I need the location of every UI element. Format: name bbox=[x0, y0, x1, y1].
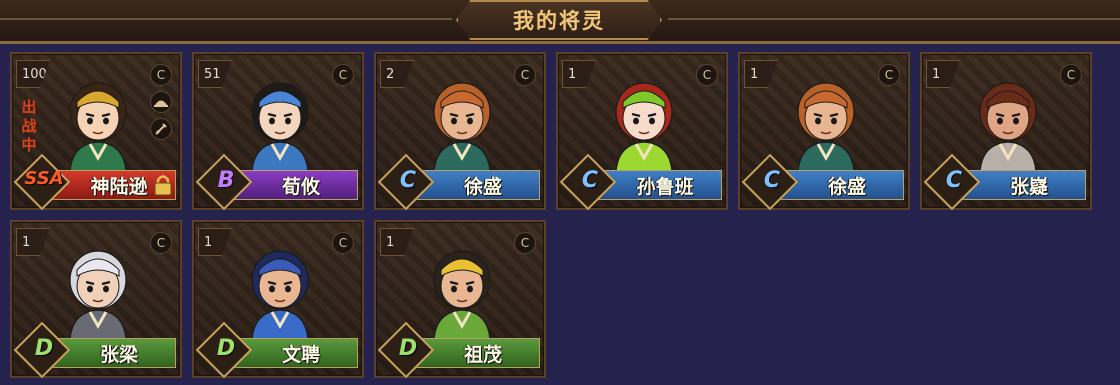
character-name: 张嶷 bbox=[1009, 175, 1048, 198]
currency-icon[interactable]: C bbox=[150, 64, 172, 86]
avatar bbox=[594, 62, 694, 173]
avatar bbox=[412, 62, 512, 173]
character-name: 神陆逊 bbox=[90, 175, 148, 198]
avatar bbox=[48, 230, 148, 341]
spirit-card[interactable]: 2 C 徐盛 C bbox=[374, 52, 546, 211]
level-badge: 1 bbox=[744, 60, 778, 88]
currency-icon[interactable]: C bbox=[150, 232, 172, 254]
character-avatar bbox=[251, 250, 309, 341]
rank-letter: C bbox=[945, 168, 963, 193]
lock-icon[interactable] bbox=[153, 174, 173, 196]
spirit-card[interactable]: 1 C 徐盛 C bbox=[738, 52, 910, 211]
currency-icon[interactable]: C bbox=[332, 232, 354, 254]
level-badge: 1 bbox=[16, 228, 50, 256]
spirit-card[interactable]: 51 C 荀攸 B bbox=[192, 52, 364, 211]
rank-letter: B bbox=[217, 168, 235, 193]
spirit-card[interactable]: 1 C 张嶷 C bbox=[920, 52, 1092, 211]
avatar bbox=[412, 230, 512, 341]
level-badge: 51 bbox=[198, 60, 232, 88]
character-avatar bbox=[797, 82, 855, 173]
character-name: 文聘 bbox=[281, 343, 320, 366]
deployed-status: 出战中 bbox=[21, 98, 37, 154]
header-divider-left bbox=[0, 18, 452, 20]
sword-icon[interactable] bbox=[150, 118, 172, 140]
character-avatar bbox=[69, 82, 127, 173]
page-title: 我的将灵 bbox=[513, 9, 605, 33]
rank-letter: C bbox=[581, 168, 599, 193]
character-avatar bbox=[251, 82, 309, 173]
spirit-card[interactable]: 100 C 出战中 神陆逊 SSA bbox=[10, 52, 182, 211]
avatar bbox=[48, 62, 148, 173]
currency-icon[interactable]: C bbox=[878, 64, 900, 86]
character-avatar bbox=[433, 82, 491, 173]
rank-letter: D bbox=[398, 336, 418, 361]
character-name: 徐盛 bbox=[463, 175, 502, 198]
level-badge: 1 bbox=[198, 228, 232, 256]
character-name: 孙鲁班 bbox=[636, 175, 694, 198]
character-name: 张梁 bbox=[99, 343, 138, 366]
hat-icon[interactable] bbox=[150, 91, 172, 113]
avatar bbox=[776, 62, 876, 173]
level-badge: 1 bbox=[562, 60, 596, 88]
rank-letter: D bbox=[34, 336, 54, 361]
currency-icon[interactable]: C bbox=[514, 232, 536, 254]
currency-icon[interactable]: C bbox=[514, 64, 536, 86]
avatar bbox=[958, 62, 1058, 173]
spirit-card[interactable]: 1 C 张梁 D bbox=[10, 220, 182, 379]
header-divider-right bbox=[668, 18, 1120, 20]
currency-icon[interactable]: C bbox=[1060, 64, 1082, 86]
title-plate: 我的将灵 bbox=[456, 0, 662, 40]
character-name: 荀攸 bbox=[281, 175, 320, 198]
level-badge: 1 bbox=[926, 60, 960, 88]
rank-letter: C bbox=[763, 168, 781, 193]
rank-letter: SSA bbox=[24, 168, 64, 189]
currency-icon[interactable]: C bbox=[332, 64, 354, 86]
rank-letter: C bbox=[399, 168, 417, 193]
avatar bbox=[230, 230, 330, 341]
spirit-card[interactable]: 1 C 文聘 D bbox=[192, 220, 364, 379]
character-name: 祖茂 bbox=[463, 343, 502, 366]
character-name: 徐盛 bbox=[827, 175, 866, 198]
spirit-card[interactable]: 1 C 祖茂 D bbox=[374, 220, 546, 379]
character-avatar bbox=[69, 250, 127, 341]
currency-icon[interactable]: C bbox=[696, 64, 718, 86]
character-avatar bbox=[615, 82, 673, 173]
level-badge: 1 bbox=[380, 228, 414, 256]
level-badge: 100 bbox=[16, 60, 50, 88]
avatar bbox=[230, 62, 330, 173]
level-badge: 2 bbox=[380, 60, 414, 88]
character-avatar bbox=[433, 250, 491, 341]
character-avatar bbox=[979, 82, 1037, 173]
spirit-card[interactable]: 1 C 孙鲁班 C bbox=[556, 52, 728, 211]
rank-letter: D bbox=[216, 336, 236, 361]
